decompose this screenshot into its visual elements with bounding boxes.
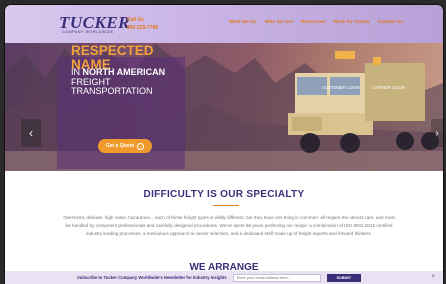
close-icon[interactable]: × [431,274,435,280]
nav-contact-us[interactable]: Contact Us [378,20,403,25]
newsletter-bar: Subscribe to Tucker Company Worldwide's … [5,271,443,284]
hero-subtitle-prefix: IN [71,67,83,77]
newsletter-text: Subscribe to Tucker Company Worldwide's … [77,275,227,280]
call-info[interactable]: Call Us 800-229-7780 [127,16,158,32]
section-title: DIFFICULTY IS OUR SPECIALTY [143,189,305,200]
logo-subtext: COMPANY WORLDWIDE [62,30,114,34]
quote-button-label: Get a Quote [105,143,135,149]
hero-subtitle-rest: FREIGHT TRANSPORTATION [71,76,153,96]
nav-work-for-tucker[interactable]: Work for Tucker [333,20,369,25]
nav-who-we-are[interactable]: Who We Are [265,20,293,25]
site-header: TUCKER COMPANY WORLDWIDE Call Us 800-229… [5,5,443,43]
browser-frame: TUCKER COMPANY WORLDWIDE Call Us 800-229… [5,5,443,284]
chevron-right-icon: › [137,142,145,150]
carrier-login-link[interactable]: CARRIER LOGIN [372,85,405,90]
section-body: Oversized, delicate, high value, hazardo… [63,215,395,236]
section-divider [213,205,239,206]
slider-prev-arrow[interactable]: ‹ [21,119,41,147]
call-number: 800-229-7780 [127,25,159,31]
nav-resources[interactable]: Resources [301,20,326,25]
nav-what-we-do[interactable]: What We Do [229,20,257,25]
slider-next-arrow[interactable]: › [431,119,443,147]
hero-subtitle-bold: NORTH AMERICAN [82,67,166,77]
customer-login-link[interactable]: CUSTOMER LOGIN [322,85,360,90]
newsletter-email-input[interactable] [232,273,321,282]
call-label: Call Us [127,17,144,23]
main-nav: What We Do Who We Are Resources Work for… [229,20,403,25]
get-a-quote-button[interactable]: Get a Quote › [98,139,152,153]
newsletter-submit-button[interactable]: SUBMIT [326,273,361,282]
login-links: CUSTOMER LOGIN CARRIER LOGIN [322,85,405,90]
tucker-logo[interactable]: TUCKER COMPANY WORLDWIDE [59,13,130,35]
hero-subtitle: IN NORTH AMERICAN FREIGHT TRANSPORTATION [71,67,183,97]
